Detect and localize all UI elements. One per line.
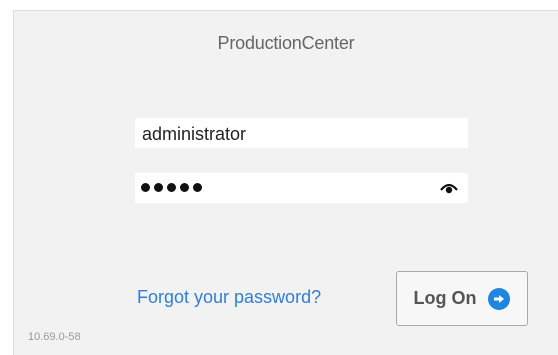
password-dot bbox=[141, 183, 150, 192]
arrow-right-circle-icon bbox=[488, 287, 511, 310]
forgot-password-link[interactable]: Forgot your password? bbox=[137, 287, 321, 308]
password-field[interactable] bbox=[135, 173, 468, 203]
username-field[interactable]: administrator bbox=[135, 118, 468, 148]
log-on-button[interactable]: Log On bbox=[396, 271, 528, 326]
username-value: administrator bbox=[142, 124, 247, 144]
eye-icon[interactable] bbox=[440, 182, 458, 194]
version-label: 10.69.0-58 bbox=[28, 331, 81, 343]
login-dialog: ProductionCenter administrator Forgot yo… bbox=[13, 10, 558, 355]
password-dot bbox=[180, 183, 189, 192]
password-mask bbox=[141, 183, 202, 192]
password-dot bbox=[154, 183, 163, 192]
password-dot bbox=[167, 183, 176, 192]
log-on-label: Log On bbox=[413, 288, 477, 308]
app-title: ProductionCenter bbox=[217, 33, 355, 53]
password-dot bbox=[193, 183, 202, 192]
